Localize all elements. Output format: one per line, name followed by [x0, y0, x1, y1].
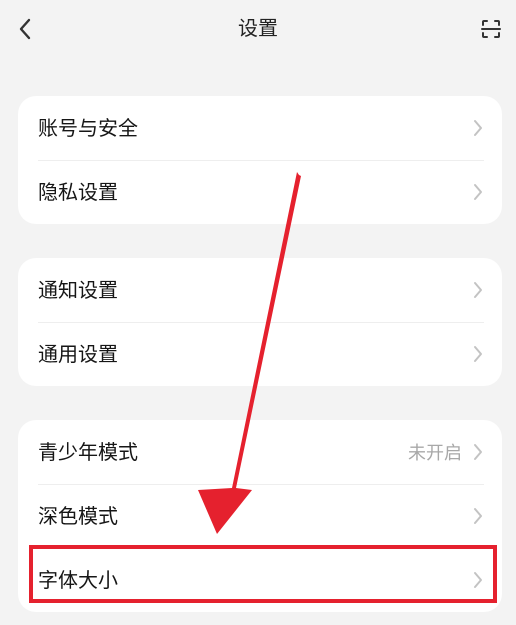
- settings-item-dark-mode[interactable]: 深色模式: [18, 484, 502, 548]
- settings-item-label: 深色模式: [38, 504, 118, 528]
- settings-item-label: 青少年模式: [38, 440, 138, 464]
- chevron-right-icon: [472, 570, 484, 590]
- settings-item-notifications[interactable]: 通知设置: [18, 258, 502, 322]
- chevron-right-icon: [472, 506, 484, 526]
- settings-item-label: 隐私设置: [38, 180, 118, 204]
- settings-item-font-size[interactable]: 字体大小: [18, 548, 502, 612]
- scan-icon: [481, 20, 501, 38]
- settings-item-label: 字体大小: [38, 568, 118, 592]
- settings-item-label: 账号与安全: [38, 116, 138, 140]
- chevron-right-icon: [472, 118, 484, 138]
- settings-item-label: 通用设置: [38, 342, 118, 366]
- settings-group-account: 账号与安全 隐私设置: [18, 96, 502, 224]
- chevron-right-icon: [472, 280, 484, 300]
- settings-group-display: 青少年模式 未开启 深色模式 字体大小: [18, 420, 502, 612]
- settings-group-general: 通知设置 通用设置: [18, 258, 502, 386]
- settings-item-label: 通知设置: [38, 278, 118, 302]
- teen-mode-status: 未开启: [408, 443, 462, 464]
- chevron-right-icon: [472, 182, 484, 202]
- settings-item-general[interactable]: 通用设置: [18, 322, 502, 386]
- page-title: 设置: [238, 16, 278, 40]
- chevron-right-icon: [472, 442, 484, 462]
- settings-item-account-security[interactable]: 账号与安全: [18, 96, 502, 160]
- chevron-right-icon: [472, 344, 484, 364]
- top-bar: 设置: [0, 0, 516, 58]
- settings-item-teen-mode[interactable]: 青少年模式 未开启: [18, 420, 502, 484]
- scan-button[interactable]: [474, 12, 508, 46]
- settings-item-privacy[interactable]: 隐私设置: [18, 160, 502, 224]
